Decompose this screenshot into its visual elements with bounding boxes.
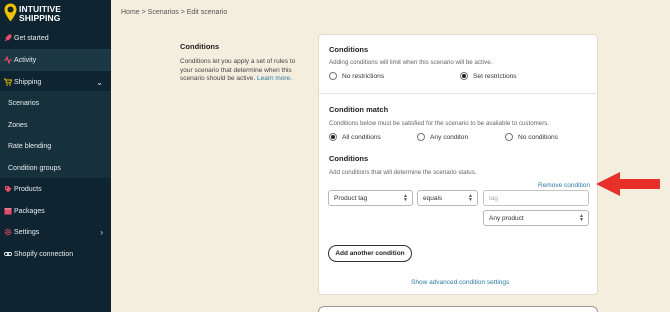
package-icon [4, 207, 12, 215]
rules-subtitle: Add conditions that will determine the s… [329, 169, 477, 176]
sidebar-item-rate-blending[interactable]: Rate blending [0, 135, 111, 157]
conditions-subtitle: Adding conditions will limit when this s… [329, 59, 493, 66]
chevron-right-icon: › [100, 227, 103, 237]
tag-icon [4, 185, 12, 193]
sidebar-item-scenarios[interactable]: Scenarios [0, 92, 111, 114]
section-description: Conditions let you apply a set of rules … [180, 58, 298, 84]
red-arrow-annotation [596, 172, 660, 196]
cart-icon [4, 78, 12, 86]
conditions-title: Conditions [329, 45, 369, 54]
sidebar-item-shipping[interactable]: Shipping ⌄ [0, 71, 111, 93]
radio-set-restrictions[interactable]: Set restrictions [460, 72, 517, 80]
next-section-card [318, 306, 598, 312]
radio-button[interactable] [417, 133, 425, 141]
field-select[interactable]: Product tag ▲ ▼ [328, 190, 413, 206]
radio-button-selected[interactable] [460, 72, 468, 80]
sidebar-item-label: Scenarios [8, 99, 40, 107]
breadcrumb[interactable]: Home > Scenarios > Edit scenario [121, 9, 227, 16]
select-value: Product tag [334, 194, 368, 202]
sidebar-item-products[interactable]: Products [0, 178, 111, 200]
select-value: Any product [489, 214, 524, 222]
divider [319, 93, 597, 94]
radio-no-conditions[interactable]: No conditions [505, 133, 558, 141]
select-caret-icon: ▲ ▼ [579, 213, 584, 223]
sidebar-item-label: Get started [14, 34, 49, 42]
radio-button[interactable] [505, 133, 513, 141]
operator-select[interactable]: equals ▲ ▼ [417, 190, 478, 206]
logo[interactable]: INTUITIVE SHIPPING [0, 0, 111, 28]
radio-button-selected[interactable] [329, 133, 337, 141]
select-caret-icon: ▲ ▼ [403, 193, 408, 203]
input-placeholder: tag [489, 194, 499, 202]
brand-line-2: SHIPPING [19, 13, 61, 23]
sidebar-item-label: Shopify connection [14, 250, 74, 258]
sidebar-item-zones[interactable]: Zones [0, 114, 111, 136]
learn-more-link[interactable]: Learn more. [257, 75, 292, 82]
section-description-title: Conditions [180, 42, 220, 51]
activity-icon [4, 56, 12, 64]
sidebar: INTUITIVE SHIPPING Get started Activity … [0, 0, 111, 312]
sidebar-item-activity[interactable]: Activity [0, 49, 111, 71]
select-value: equals [423, 194, 443, 202]
sidebar-item-label: Settings [14, 228, 40, 236]
condition-match-subtitle: Conditions below must be satisfied for t… [329, 120, 550, 127]
radio-label: No conditions [518, 133, 558, 141]
product-select[interactable]: Any product ▲ ▼ [483, 210, 589, 226]
sidebar-item-label: Zones [8, 121, 28, 129]
condition-match-title: Condition match [329, 105, 389, 114]
sidebar-item-packages[interactable]: Packages [0, 200, 111, 222]
add-condition-button[interactable]: Add another condition [328, 245, 412, 262]
sidebar-item-label: Activity [14, 56, 37, 64]
radio-no-restrictions[interactable]: No restrictions [329, 72, 384, 80]
rocket-icon [4, 34, 12, 42]
link-icon [4, 250, 12, 258]
chevron-down-icon: ⌄ [96, 77, 103, 87]
sidebar-item-label: Rate blending [8, 142, 52, 150]
radio-label: Set restrictions [473, 72, 517, 80]
radio-all-conditions[interactable]: All conditions [329, 133, 381, 141]
location-pin-icon [4, 3, 17, 22]
rules-title: Conditions [329, 154, 369, 163]
gear-icon [4, 228, 12, 236]
sidebar-item-label: Condition groups [8, 164, 61, 172]
sidebar-item-label: Packages [14, 207, 45, 215]
sidebar-item-shopify-connection[interactable]: Shopify connection [0, 243, 111, 265]
tag-input[interactable]: tag [483, 190, 589, 206]
sidebar-item-label: Products [14, 185, 42, 193]
select-caret-icon: ▲ ▼ [468, 193, 473, 203]
conditions-card: Conditions Adding conditions will limit … [318, 34, 598, 295]
radio-button[interactable] [329, 72, 337, 80]
sidebar-item-settings[interactable]: Settings › [0, 221, 111, 243]
radio-label: No restrictions [342, 72, 385, 80]
radio-label: All conditions [342, 133, 381, 141]
brand-name: INTUITIVE SHIPPING [19, 5, 61, 23]
sidebar-item-label: Shipping [14, 78, 42, 86]
remove-condition-link[interactable]: Remove condition [538, 182, 590, 189]
sidebar-item-get-started[interactable]: Get started [0, 27, 111, 49]
advanced-settings-link[interactable]: Show advanced condition settings [411, 279, 509, 286]
radio-any-condition[interactable]: Any conditon [417, 133, 468, 141]
radio-label: Any conditon [430, 133, 469, 141]
sidebar-item-condition-groups[interactable]: Condition groups [0, 157, 111, 179]
